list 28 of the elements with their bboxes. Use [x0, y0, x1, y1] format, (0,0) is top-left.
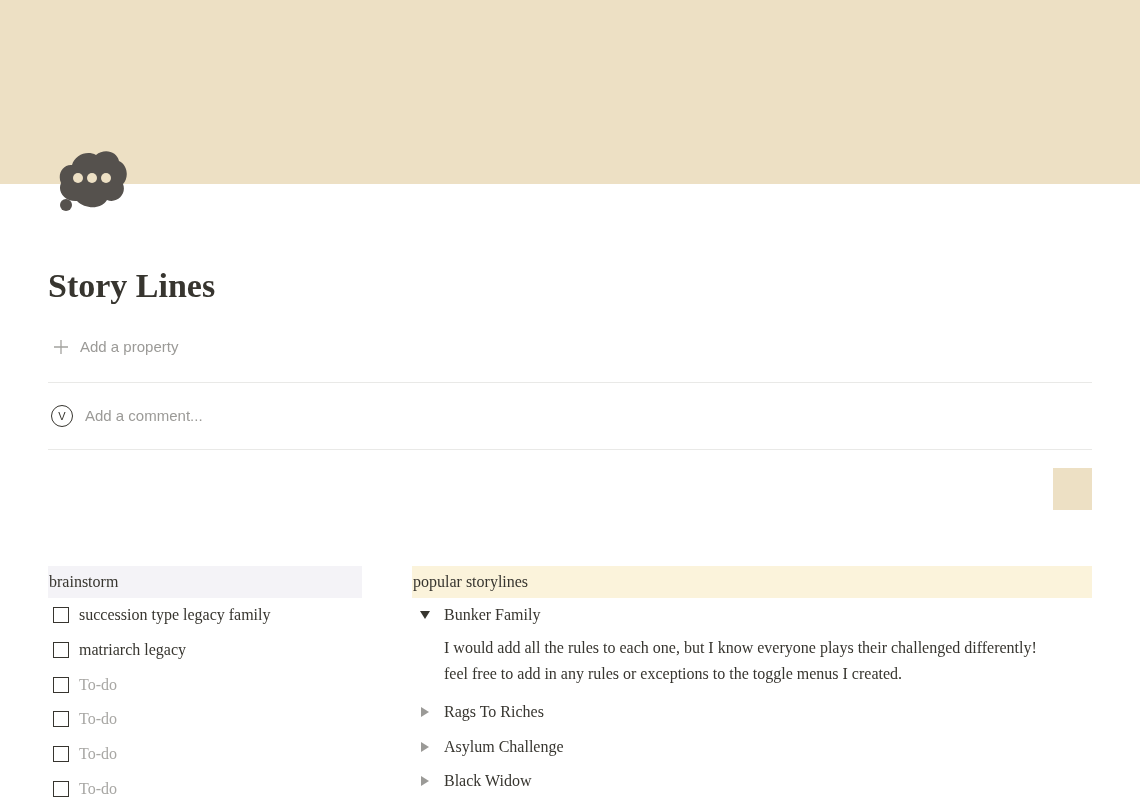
checkbox[interactable]	[53, 746, 69, 763]
todo-field[interactable]: To-do	[79, 742, 117, 767]
checkbox[interactable]	[53, 607, 69, 624]
checkbox[interactable]	[53, 676, 69, 693]
todo-text: matriarch legacy	[79, 640, 187, 661]
expand-triangle-icon[interactable]	[420, 707, 430, 718]
todo-field[interactable]: To-do	[79, 672, 117, 697]
column-heading: brainstorm	[48, 566, 362, 598]
toggle-label[interactable]: Asylum Challenge	[444, 734, 564, 759]
comment-field[interactable]: Add a comment...	[85, 404, 485, 428]
toggle-label[interactable]: Black Widow	[444, 769, 532, 794]
todo-field[interactable]: To-do	[79, 707, 117, 732]
toggle-label[interactable]: Bunker Family	[444, 603, 541, 628]
column-heading: popular storylines	[412, 566, 1092, 598]
todo-text: succession type legacy family	[79, 605, 271, 626]
todo-field[interactable]: To-do	[79, 776, 117, 801]
toggle-body-text: feel free to add in any rules or exceptions to the toggle menus I created.	[444, 663, 903, 685]
add-property-link[interactable]: Add a property	[80, 335, 179, 359]
expand-triangle-icon[interactable]	[420, 776, 430, 787]
expand-triangle-icon[interactable]	[420, 741, 430, 752]
collapse-triangle-icon[interactable]	[420, 610, 430, 621]
page-title: Story Lines	[48, 266, 216, 306]
toggle-label[interactable]: Rags To Riches	[444, 700, 544, 725]
color-block	[1053, 468, 1092, 510]
toggle-body-text: I would add all the rules to each one, but I know everyone plays their challenged differently!	[444, 637, 1037, 659]
checkbox[interactable]	[53, 780, 69, 797]
checkbox[interactable]	[53, 642, 69, 659]
checkbox[interactable]	[53, 711, 69, 728]
